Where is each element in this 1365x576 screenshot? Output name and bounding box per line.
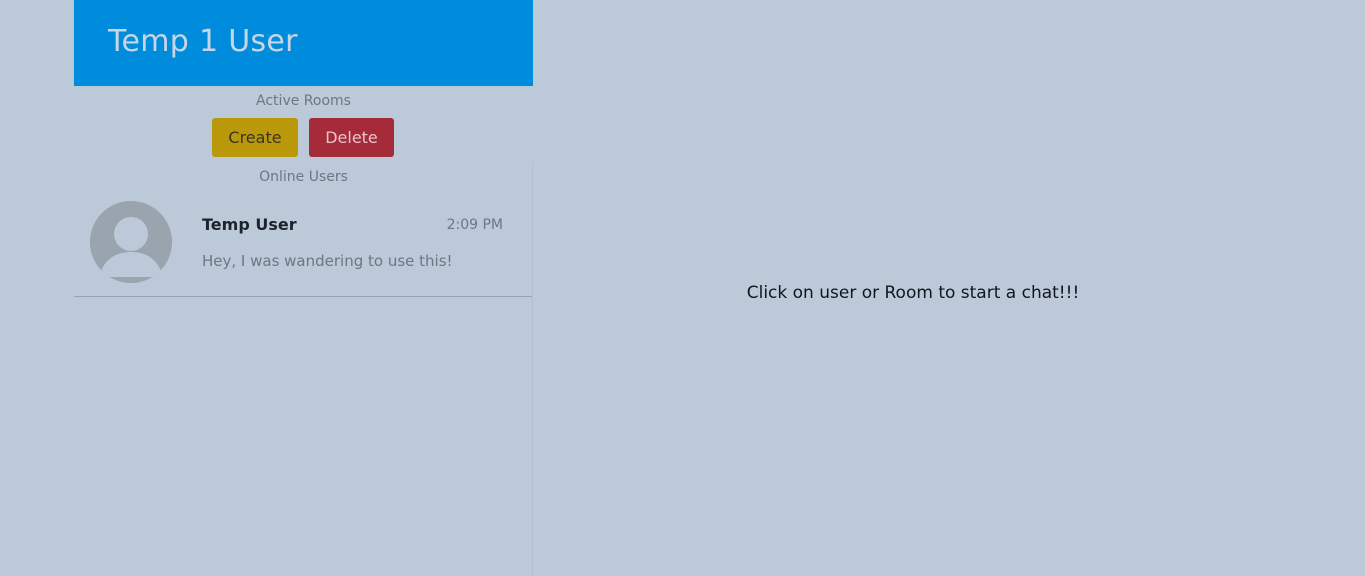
user-title: Temp 1 User	[108, 24, 298, 59]
message-time: 2:09 PM	[446, 217, 503, 233]
create-room-button[interactable]: Create	[212, 118, 298, 157]
last-message: Hey, I was wandering to use this!	[202, 252, 453, 270]
avatar-silhouette	[90, 201, 172, 283]
active-rooms-label: Active Rooms	[256, 93, 351, 109]
sidebar-divider	[532, 162, 533, 576]
user-name: Temp User	[202, 215, 297, 234]
delete-room-button[interactable]: Delete	[309, 118, 394, 157]
sidebar: Temp 1 User Active Rooms Create Delete O…	[74, 0, 533, 576]
user-list-item[interactable]: Temp User 2:09 PM Hey, I was wandering t…	[74, 186, 533, 297]
user-avatar-icon	[90, 201, 172, 283]
user-header: Temp 1 User	[74, 0, 533, 86]
chat-empty-prompt: Click on user or Room to start a chat!!!	[746, 283, 1080, 303]
online-users-label: Online Users	[259, 169, 348, 185]
